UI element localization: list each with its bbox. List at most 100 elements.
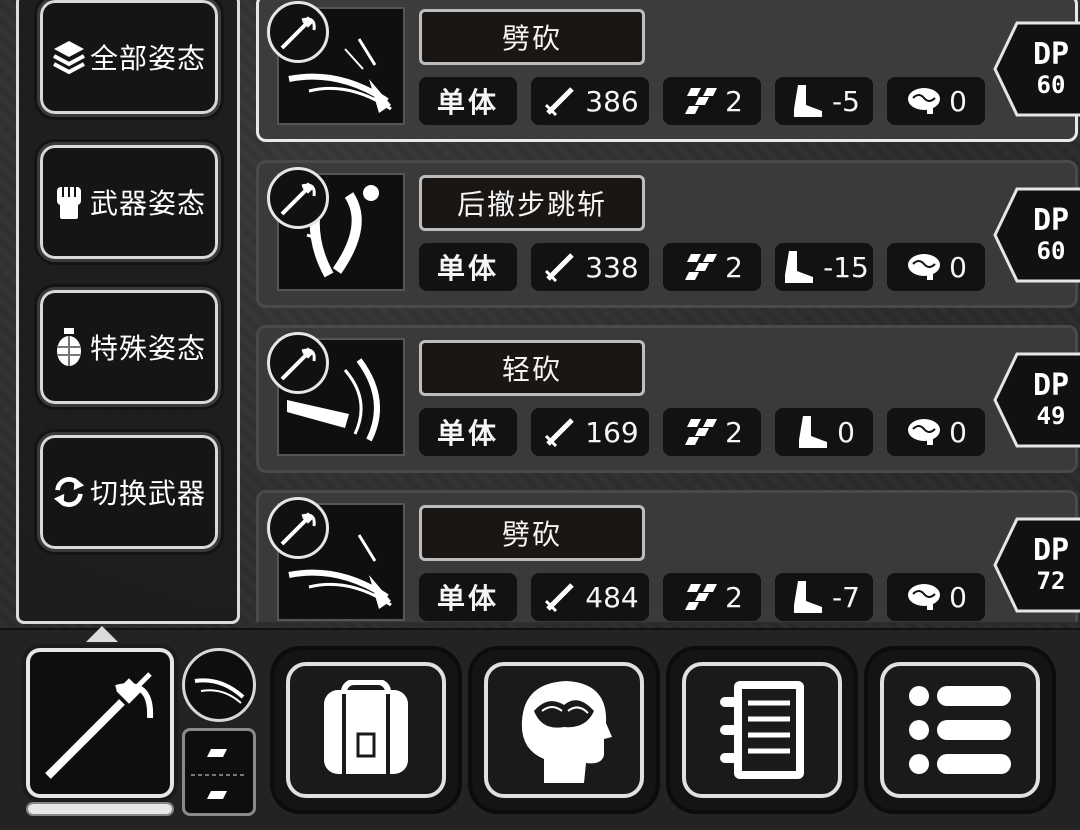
hits-stat: 2 xyxy=(663,77,761,125)
dp-tag: DP 60 xyxy=(991,19,1080,119)
attack-value: 338 xyxy=(585,250,639,284)
mind-value: 0 xyxy=(949,580,967,614)
skill-name: 后撤步跳斩 xyxy=(419,175,645,231)
sword-icon xyxy=(541,578,579,616)
stance-label: 武器姿态 xyxy=(89,187,206,220)
weapon-swap-mini-button[interactable] xyxy=(182,728,256,816)
attack-value: 169 xyxy=(585,415,639,449)
checker-icon xyxy=(681,413,719,451)
checker-icon xyxy=(681,248,719,286)
skill-card[interactable]: 轻砍 单体 169 2 0 0 DP 49 xyxy=(256,325,1080,473)
brain-icon xyxy=(905,248,943,286)
saber-icon xyxy=(45,672,154,779)
weapon-gauge-fill xyxy=(28,804,172,814)
attack-stat: 338 xyxy=(531,243,649,291)
mind-stat: 0 xyxy=(887,243,985,291)
swap-weapon-icon xyxy=(191,749,247,799)
sword-icon xyxy=(541,413,579,451)
boot-icon xyxy=(793,413,831,451)
mind-value: 0 xyxy=(949,84,967,118)
skill-card[interactable]: 后撤步跳斩 单体 338 2 -15 0 DP 60 xyxy=(256,160,1080,308)
swap-arrows-icon xyxy=(52,472,86,512)
stance-all-button[interactable]: 全部姿态 xyxy=(37,0,221,117)
dp-label: DP xyxy=(1032,368,1070,403)
attack-stat: 484 xyxy=(531,573,649,621)
saber-icon xyxy=(267,497,329,559)
skill-name: 劈砍 xyxy=(419,9,645,65)
hits-value: 2 xyxy=(725,415,743,449)
checker-icon xyxy=(681,82,719,120)
boot-icon xyxy=(788,578,826,616)
brain-icon xyxy=(905,413,943,451)
journal-button[interactable] xyxy=(670,650,854,810)
target-type: 单体 xyxy=(419,573,517,621)
brain-icon xyxy=(905,578,943,616)
stance-menu-panel: 全部姿态 武器姿态 特殊姿态 切换武器 xyxy=(16,0,240,624)
mind-value: 0 xyxy=(949,415,967,449)
skill-name: 劈砍 xyxy=(419,505,645,561)
skill-shortcut-button[interactable] xyxy=(182,648,256,722)
notebook-icon xyxy=(720,681,804,779)
dp-value: 49 xyxy=(1036,402,1066,430)
dp-tag: DP 60 xyxy=(991,185,1080,285)
mind-stat: 0 xyxy=(887,408,985,456)
mind-stat: 0 xyxy=(887,77,985,125)
mind-stat: 0 xyxy=(887,573,985,621)
skill-card[interactable]: 劈砍 单体 484 2 -7 0 DP 72 xyxy=(256,490,1080,622)
hits-value: 2 xyxy=(725,250,743,284)
dp-value: 60 xyxy=(1036,71,1066,99)
stance-label: 特殊姿态 xyxy=(89,332,206,365)
attack-value: 484 xyxy=(585,580,639,614)
dp-label: DP xyxy=(1032,37,1070,72)
dp-value: 60 xyxy=(1036,237,1066,265)
attack-stat: 386 xyxy=(531,77,649,125)
slash-art xyxy=(194,678,245,704)
hits-stat: 2 xyxy=(663,243,761,291)
stance-special-button[interactable]: 特殊姿态 xyxy=(37,287,221,407)
saber-icon xyxy=(267,167,329,229)
hits-value: 2 xyxy=(725,84,743,118)
dp-label: DP xyxy=(1032,203,1070,238)
brain-head-icon xyxy=(521,681,612,783)
main-menu-button[interactable] xyxy=(868,650,1052,810)
move-value: -5 xyxy=(832,84,860,118)
target-type: 单体 xyxy=(419,243,517,291)
mind-button[interactable] xyxy=(472,650,656,810)
dp-value: 72 xyxy=(1036,567,1066,595)
backpack-icon xyxy=(324,680,408,774)
target-type: 单体 xyxy=(419,408,517,456)
boot-icon xyxy=(788,82,826,120)
saber-icon xyxy=(267,332,329,394)
weapon-gauge xyxy=(26,802,174,816)
weapon-slot-button[interactable] xyxy=(26,648,174,798)
attack-stat: 169 xyxy=(531,408,649,456)
fist-icon xyxy=(52,182,86,222)
sword-icon xyxy=(541,248,579,286)
target-type: 单体 xyxy=(419,77,517,125)
inventory-button[interactable] xyxy=(274,650,458,810)
move-stat: -15 xyxy=(775,243,873,291)
mind-value: 0 xyxy=(949,250,967,284)
sword-icon xyxy=(541,82,579,120)
move-value: -7 xyxy=(832,580,860,614)
skill-card[interactable]: 劈砍 单体 386 2 -5 0 DP 60 xyxy=(256,0,1080,142)
move-stat: -7 xyxy=(775,573,873,621)
boot-icon xyxy=(779,248,817,286)
stance-weapon-button[interactable]: 武器姿态 xyxy=(37,142,221,262)
menu-pointer xyxy=(86,626,118,642)
stance-label: 切换武器 xyxy=(89,477,206,510)
move-value: 0 xyxy=(837,415,855,449)
move-value: -15 xyxy=(823,250,869,284)
skill-name: 轻砍 xyxy=(419,340,645,396)
hits-stat: 2 xyxy=(663,573,761,621)
saber-icon xyxy=(267,1,329,63)
stance-label: 全部姿态 xyxy=(89,42,206,75)
switch-weapon-button[interactable]: 切换武器 xyxy=(37,432,221,552)
brain-icon xyxy=(905,82,943,120)
dp-tag: DP 72 xyxy=(991,515,1080,615)
hits-value: 2 xyxy=(725,580,743,614)
move-stat: -5 xyxy=(775,77,873,125)
checker-icon xyxy=(681,578,719,616)
move-stat: 0 xyxy=(775,408,873,456)
hits-stat: 2 xyxy=(663,408,761,456)
